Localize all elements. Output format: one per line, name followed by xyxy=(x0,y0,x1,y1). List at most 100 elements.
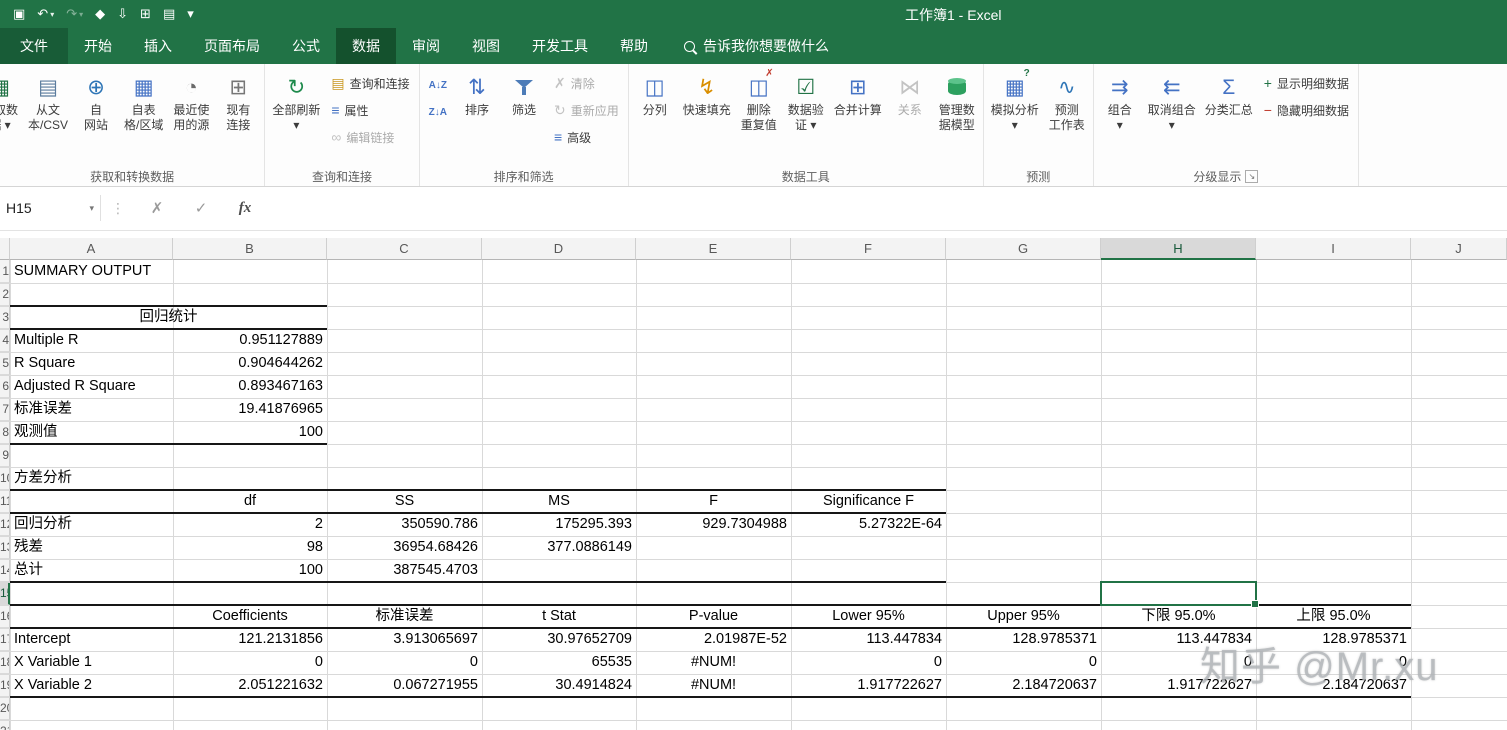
save-button[interactable]: ▣ xyxy=(8,2,30,26)
cell-A14[interactable]: 总计 xyxy=(10,559,173,582)
row-header-5[interactable]: 5 xyxy=(0,352,10,375)
cell-C18[interactable]: 0 xyxy=(327,651,482,674)
cell-G18[interactable]: 0 xyxy=(946,651,1101,674)
row-header-18[interactable]: 18 xyxy=(0,651,10,674)
cell-C17[interactable]: 3.913065697 xyxy=(327,628,482,651)
hide-detail-button[interactable]: − 隐藏明细数据 xyxy=(1258,98,1355,123)
row-header-12[interactable]: 12 xyxy=(0,513,10,536)
dialog-launcher-icon[interactable]: ↘ xyxy=(1245,169,1259,183)
cell-E17[interactable]: 2.01987E-52 xyxy=(636,628,791,651)
cell-A19[interactable]: X Variable 2 xyxy=(10,674,173,697)
cell-A17[interactable]: Intercept xyxy=(10,628,173,651)
cell-H16[interactable]: 下限 95.0% xyxy=(1101,605,1256,628)
cell-E12[interactable]: 929.7304988 xyxy=(636,513,791,536)
tab-视图[interactable]: 视图 xyxy=(456,28,516,64)
consolidate-button[interactable]: ⊞ 合并计算 xyxy=(830,66,886,162)
cell-A10[interactable]: 方差分析 xyxy=(10,467,173,490)
sort-ascending-button[interactable]: A↓Z xyxy=(423,71,453,96)
formula-input[interactable] xyxy=(267,193,1507,223)
cell-G17[interactable]: 128.9785371 xyxy=(946,628,1101,651)
undo-button[interactable]: ↶ ▾ xyxy=(32,2,59,26)
row-header-7[interactable]: 7 xyxy=(0,398,10,421)
tab-插入[interactable]: 插入 xyxy=(128,28,188,64)
flash-fill-button[interactable]: ↯ 快速填充 xyxy=(679,66,735,162)
tab-审阅[interactable]: 审阅 xyxy=(396,28,456,64)
cell-A18[interactable]: X Variable 1 xyxy=(10,651,173,674)
cell-A3[interactable]: 回归统计 xyxy=(10,306,327,329)
cell-D16[interactable]: t Stat xyxy=(482,605,636,628)
active-cell-selection[interactable] xyxy=(1100,581,1259,608)
cell-E19[interactable]: #NUM! xyxy=(636,674,791,697)
text-to-columns-button[interactable]: ◫ 分列 xyxy=(632,66,678,162)
cell-B4[interactable]: 0.951127889 xyxy=(173,329,327,352)
tab-文件[interactable]: 文件 xyxy=(0,28,68,64)
cell-D18[interactable]: 65535 xyxy=(482,651,636,674)
select-all-corner[interactable] xyxy=(0,238,10,260)
cell-D12[interactable]: 175295.393 xyxy=(482,513,636,536)
row-header-16[interactable]: 16 xyxy=(0,605,10,628)
enter-button[interactable]: ✓ xyxy=(179,199,223,217)
column-header-B[interactable]: B xyxy=(173,238,327,260)
clear-filter-button[interactable]: ✗ 清除 xyxy=(548,71,625,96)
column-header-H[interactable]: H xyxy=(1101,238,1256,260)
cell-I16[interactable]: 上限 95.0% xyxy=(1256,605,1411,628)
cell-A12[interactable]: 回归分析 xyxy=(10,513,173,536)
cell-B17[interactable]: 121.2131856 xyxy=(173,628,327,651)
row-header-20[interactable]: 20 xyxy=(0,697,10,720)
cell-D11[interactable]: MS xyxy=(482,490,636,513)
row-header-14[interactable]: 14 xyxy=(0,559,10,582)
from-web-button[interactable]: ⊕ 自网站 xyxy=(73,66,119,162)
group-button[interactable]: ⇉ 组合 ▾ xyxy=(1097,66,1143,162)
cell-A8[interactable]: 观测值 xyxy=(10,421,173,444)
cell-F18[interactable]: 0 xyxy=(791,651,946,674)
row-header-9[interactable]: 9 xyxy=(0,444,10,467)
cell-B14[interactable]: 100 xyxy=(173,559,327,582)
column-header-G[interactable]: G xyxy=(946,238,1101,260)
cell-B6[interactable]: 0.893467163 xyxy=(173,375,327,398)
column-header-A[interactable]: A xyxy=(10,238,173,260)
cell-F19[interactable]: 1.917722627 xyxy=(791,674,946,697)
insert-function-button[interactable]: fx xyxy=(223,200,267,217)
row-header-3[interactable]: 3 xyxy=(0,306,10,329)
queries-connections-button[interactable]: ▤ 查询和连接 xyxy=(325,71,415,96)
row-header-8[interactable]: 8 xyxy=(0,421,10,444)
redo-button[interactable]: ↷ ▾ xyxy=(61,2,88,26)
row-header-17[interactable]: 17 xyxy=(0,628,10,651)
row-header-4[interactable]: 4 xyxy=(0,329,10,352)
column-header-D[interactable]: D xyxy=(482,238,636,260)
row-header-21[interactable]: 21 xyxy=(0,720,10,730)
cell-B13[interactable]: 98 xyxy=(173,536,327,559)
column-header-F[interactable]: F xyxy=(791,238,946,260)
cell-C11[interactable]: SS xyxy=(327,490,482,513)
filter-button[interactable]: 筛选 xyxy=(501,66,547,162)
cell-A6[interactable]: Adjusted R Square xyxy=(10,375,173,398)
tell-me-search[interactable]: 告诉我你想要做什么 xyxy=(684,28,829,64)
refresh-all-button[interactable]: ↻ 全部刷新 ▾ xyxy=(268,66,324,162)
column-header-C[interactable]: C xyxy=(327,238,482,260)
cell-B19[interactable]: 2.051221632 xyxy=(173,674,327,697)
subtotal-button[interactable]: Σ 分类汇总 xyxy=(1201,66,1257,162)
cell-A1[interactable]: SUMMARY OUTPUT xyxy=(10,260,327,283)
row-header-15[interactable]: 15 xyxy=(0,582,10,605)
cell-D19[interactable]: 30.4914824 xyxy=(482,674,636,697)
edit-links-button[interactable]: ∞ 编辑链接 xyxy=(325,125,415,150)
cell-A7[interactable]: 标准误差 xyxy=(10,398,173,421)
cell-C13[interactable]: 36954.68426 xyxy=(327,536,482,559)
cell-E11[interactable]: F xyxy=(636,490,791,513)
cell-B11[interactable]: df xyxy=(173,490,327,513)
name-box[interactable]: H15 ▾ xyxy=(0,193,100,223)
cell-D13[interactable]: 377.0886149 xyxy=(482,536,636,559)
cell-F17[interactable]: 113.447834 xyxy=(791,628,946,651)
cell-B12[interactable]: 2 xyxy=(173,513,327,536)
properties-button[interactable]: ≡ 属性 xyxy=(325,98,415,123)
from-table-range-button[interactable]: ▦ 自表 格/区域 xyxy=(120,66,167,162)
cell-F12[interactable]: 5.27322E-64 xyxy=(791,513,946,536)
reapply-filter-button[interactable]: ↻ 重新应用 xyxy=(548,98,625,123)
row-header-2[interactable]: 2 xyxy=(0,283,10,306)
row-header-6[interactable]: 6 xyxy=(0,375,10,398)
existing-connections-button[interactable]: ⊞ 现有 连接 xyxy=(215,66,261,162)
cell-B18[interactable]: 0 xyxy=(173,651,327,674)
quick-grid-button[interactable]: ⊞ xyxy=(135,2,156,26)
cell-G16[interactable]: Upper 95% xyxy=(946,605,1101,628)
tab-开发工具[interactable]: 开发工具 xyxy=(516,28,604,64)
